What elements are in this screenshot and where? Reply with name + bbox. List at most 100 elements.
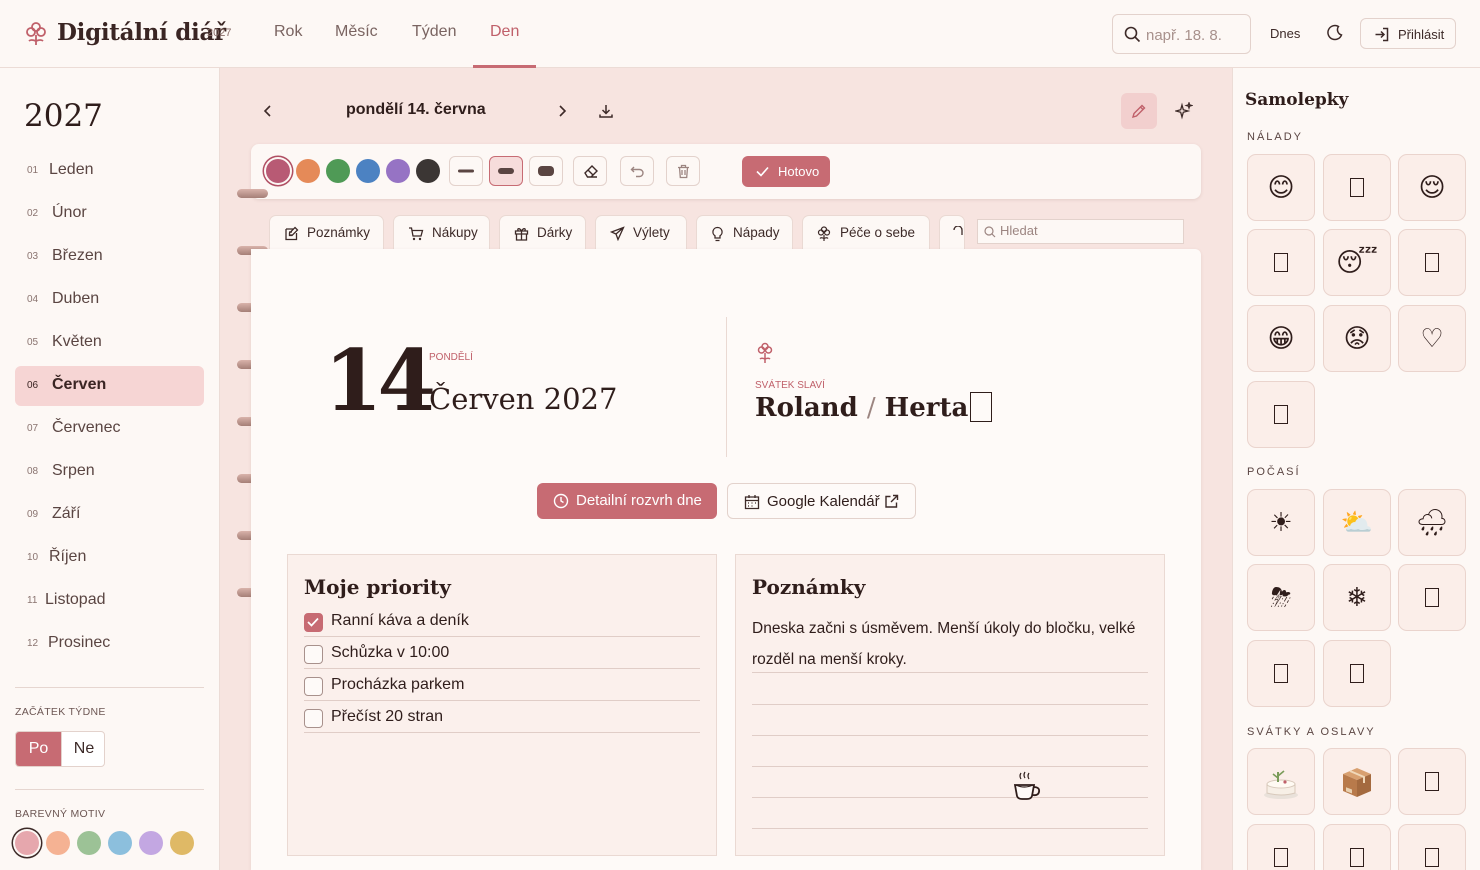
done-button[interactable]: Hotovo — [742, 156, 830, 187]
tab-poznamky[interactable]: Poznámky — [269, 215, 384, 251]
nav-mesic[interactable]: Měsíc — [335, 23, 378, 41]
clock-icon — [553, 493, 569, 509]
google-calendar-button[interactable]: Google Kalendář — [727, 483, 916, 519]
sticker-missing[interactable] — [1247, 640, 1315, 707]
sticker-missing[interactable] — [1323, 154, 1391, 221]
sidebar-item-leden[interactable]: 01 Leden — [15, 151, 204, 191]
sidebar-item-srpen[interactable]: 08 Srpen — [15, 452, 204, 492]
sticker-missing[interactable] — [1247, 824, 1315, 870]
nav-den[interactable]: Den — [490, 23, 519, 41]
tab-vylety[interactable]: Výlety — [595, 215, 687, 251]
pen-color-orange[interactable] — [296, 159, 320, 183]
tab-search-input[interactable] — [1000, 223, 1180, 238]
tab-search[interactable] — [977, 219, 1184, 244]
today-button[interactable]: Dnes — [1270, 26, 1300, 41]
sidebar-item-cerven[interactable]: 06 Červen — [15, 366, 204, 406]
date-search[interactable] — [1112, 14, 1251, 54]
sidebar-item-prosinec[interactable]: 12 Prosinec — [15, 624, 204, 664]
sticker-missing[interactable] — [1398, 748, 1466, 815]
week-start-ne[interactable]: Ne — [61, 732, 104, 766]
tab-more[interactable] — [939, 215, 965, 251]
external-link-icon — [885, 494, 899, 508]
month-name: Duben — [52, 290, 100, 307]
next-day-icon[interactable] — [554, 103, 570, 119]
sticker-storm[interactable]: ⛈ — [1247, 564, 1315, 631]
sticker-missing[interactable] — [1247, 229, 1315, 296]
sticker-sleeping[interactable]: 😴 — [1323, 229, 1391, 296]
tab-nakupy[interactable]: Nákupy — [393, 215, 490, 251]
sticker-missing[interactable] — [1247, 381, 1315, 448]
moon-icon[interactable] — [1326, 24, 1344, 42]
sidebar-item-cervenec[interactable]: 07 Červenec — [15, 409, 204, 449]
notes-text[interactable]: Dneska začni s úsměvem. Menší úkoly do b… — [752, 613, 1152, 675]
sticker-smile[interactable]: 😊 — [1247, 154, 1315, 221]
pen-color-blue[interactable] — [356, 159, 380, 183]
sticker-sun[interactable]: ☀ — [1247, 489, 1315, 556]
missing-glyph-box — [1274, 253, 1288, 272]
sparkles-icon[interactable] — [1175, 102, 1193, 120]
sidebar-item-duben[interactable]: 04 Duben — [15, 280, 204, 320]
tab-darky[interactable]: Dárky — [499, 215, 586, 251]
notes-icon — [285, 226, 299, 241]
sticker-missing[interactable] — [1323, 640, 1391, 707]
theme-color-purple[interactable] — [139, 831, 163, 855]
sticker-missing[interactable] — [1323, 824, 1391, 870]
login-button[interactable]: Přihlásit — [1360, 18, 1456, 49]
pen-color-green[interactable] — [326, 159, 350, 183]
pen-color-rose[interactable] — [266, 159, 290, 183]
notes-card[interactable]: Poznámky Dneska začni s úsměvem. Menší ú… — [735, 554, 1165, 856]
theme-color-green[interactable] — [77, 831, 101, 855]
sticker-cake[interactable] — [1247, 748, 1315, 815]
eraser-button[interactable] — [573, 156, 607, 186]
sticker-partly-cloudy[interactable]: ⛅ — [1323, 489, 1391, 556]
binder-ring — [237, 189, 268, 198]
download-icon[interactable] — [598, 103, 614, 119]
search-icon — [1124, 26, 1141, 43]
sticker-package[interactable] — [1323, 748, 1391, 815]
stroke-medium-button[interactable] — [489, 156, 523, 186]
priority-checkbox[interactable] — [304, 677, 323, 696]
priority-checkbox[interactable] — [304, 709, 323, 728]
undo-button[interactable] — [620, 156, 654, 186]
month-number: 01 — [27, 165, 39, 176]
stroke-thick-button[interactable] — [529, 156, 563, 186]
pen-color-black[interactable] — [416, 159, 440, 183]
sticker-missing[interactable] — [1398, 824, 1466, 870]
sticker-missing[interactable] — [1398, 564, 1466, 631]
date-search-input[interactable] — [1146, 24, 1246, 46]
coffee-cup-icon[interactable] — [1012, 771, 1042, 803]
tab-napady[interactable]: Nápady — [696, 215, 793, 251]
prev-day-icon[interactable] — [260, 103, 276, 119]
sticker-grin[interactable]: 😁 — [1247, 305, 1315, 372]
nav-rok[interactable]: Rok — [274, 23, 302, 41]
nav-tyden[interactable]: Týden — [412, 23, 456, 41]
pen-color-purple[interactable] — [386, 159, 410, 183]
sidebar-item-kveten[interactable]: 05 Květen — [15, 323, 204, 363]
sidebar-item-listopad[interactable]: 11 Listopad — [15, 581, 204, 621]
sticker-snowflake[interactable]: ❄ — [1323, 564, 1391, 631]
sticker-relieved[interactable]: 😌 — [1398, 154, 1466, 221]
priority-checkbox[interactable] — [304, 613, 323, 632]
sidebar-item-unor[interactable]: 02 Únor — [15, 194, 204, 234]
sticker-worried[interactable]: 😟 — [1323, 305, 1391, 372]
tab-pece-o-sebe[interactable]: Péče o sebe — [802, 215, 930, 251]
sticker-missing[interactable] — [1398, 229, 1466, 296]
sidebar-item-rijen[interactable]: 10 Říjen — [15, 538, 204, 578]
sidebar-item-brezen[interactable]: 03 Březen — [15, 237, 204, 277]
priority-checkbox[interactable] — [304, 645, 323, 664]
month-name: Září — [52, 505, 81, 522]
sticker-rain[interactable]: 🌧 — [1398, 489, 1466, 556]
sticker-heart[interactable]: ♡ — [1398, 305, 1466, 372]
theme-color-gold[interactable] — [170, 831, 194, 855]
stroke-thin-button[interactable] — [449, 156, 483, 186]
delete-button[interactable] — [666, 156, 700, 186]
theme-color-peach[interactable] — [46, 831, 70, 855]
theme-color-blue[interactable] — [108, 831, 132, 855]
edit-mode-button[interactable] — [1121, 93, 1157, 129]
detailed-schedule-button[interactable]: Detailní rozvrh dne — [537, 483, 717, 519]
week-start-po[interactable]: Po — [16, 732, 61, 766]
theme-color-pink[interactable] — [15, 831, 39, 855]
sidebar-item-zari[interactable]: 09 Září — [15, 495, 204, 535]
theme-label: BAREVNÝ MOTIV — [15, 808, 106, 820]
sticker-glyph: 😁 — [1267, 323, 1295, 354]
